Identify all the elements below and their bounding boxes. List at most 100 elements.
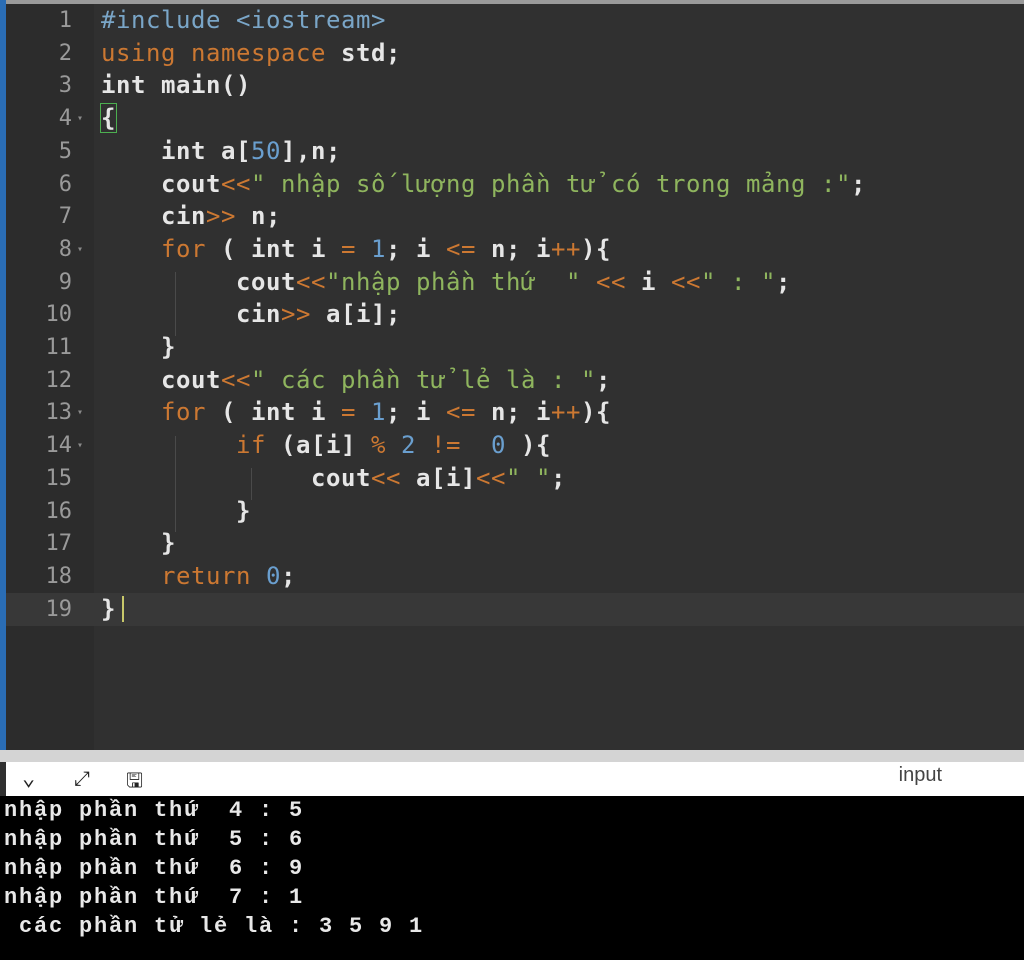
- code-line[interactable]: 4 ▾ {: [6, 102, 1024, 135]
- code-token-plain: ( int i: [206, 398, 341, 427]
- line-number: 9: [58, 269, 72, 295]
- code-token-plain: }: [101, 594, 116, 623]
- code-line[interactable]: 7 cin>> n;: [6, 200, 1024, 233]
- chevron-down-icon[interactable]: ⌄: [22, 766, 35, 791]
- code-line[interactable]: 5 int a[50],n;: [6, 135, 1024, 168]
- code-token-op: =: [341, 234, 356, 263]
- fold-arrow-icon[interactable]: ▾: [77, 102, 83, 135]
- code-line[interactable]: 14 ▾ if (a[i] % 2 != 0 ){: [6, 429, 1024, 462]
- code-token-plain: n; i: [476, 398, 551, 427]
- code-token-plain: ; i: [386, 398, 446, 427]
- code-line[interactable]: 13 ▾ for ( int i = 1; i <= n; i++){: [6, 396, 1024, 429]
- code-line[interactable]: 9 cout<<"nhập phần thứ " << i <<" : ";: [6, 266, 1024, 299]
- code-text: cout<< a[i]<<" ";: [101, 462, 566, 495]
- fold-arrow-icon[interactable]: ▾: [77, 396, 83, 429]
- code-token-plain: ){: [581, 398, 611, 427]
- clear-console-icon[interactable]: 🖫: [126, 766, 143, 800]
- code-text: }: [101, 593, 116, 626]
- console-line: các phần tử lẻ là : 3 5 9 1: [4, 914, 425, 939]
- fold-arrow-icon[interactable]: ▾: [77, 233, 83, 266]
- code-token-brace: {: [100, 103, 117, 134]
- code-line[interactable]: 10 cin>> a[i];: [6, 298, 1024, 331]
- code-token-plain: (a[i]: [266, 431, 371, 460]
- code-text: int a[50],n;: [101, 135, 341, 168]
- code-token-plain: ;: [595, 365, 611, 394]
- code-token-op: <<: [371, 463, 401, 492]
- code-token-plain: ( int i: [206, 234, 341, 263]
- code-token-plain: cout: [101, 365, 221, 394]
- code-line[interactable]: 19}: [6, 592, 1024, 626]
- line-number: 1: [58, 8, 72, 33]
- code-token-num: 1: [371, 398, 386, 427]
- code-token-op: <<: [221, 169, 251, 198]
- code-text: for ( int i = 1; i <= n; i++){: [101, 233, 611, 266]
- code-line[interactable]: 1 #include <iostream>: [6, 4, 1024, 37]
- code-token-plain: }: [101, 496, 251, 525]
- console-line: nhập phần thứ 5 : 6: [4, 827, 305, 852]
- code-line[interactable]: 2 using namespace std;: [6, 37, 1024, 70]
- line-number: 16: [45, 498, 73, 524]
- code-token-kw: namespace: [191, 38, 326, 67]
- code-token-plain: }: [101, 529, 176, 558]
- code-token-plain: ;: [551, 463, 566, 492]
- code-token-plain: int main(): [101, 71, 251, 100]
- line-number: 2: [58, 40, 72, 66]
- code-line[interactable]: 17 }: [6, 527, 1024, 560]
- code-token-plain: n;: [236, 202, 281, 231]
- fold-arrow-icon[interactable]: ▾: [77, 429, 83, 462]
- line-number: 18: [45, 563, 73, 589]
- code-token-op: <=: [446, 234, 476, 263]
- code-editor[interactable]: 1 #include <iostream> 2 using namespace std…: [6, 4, 1024, 750]
- code-text: #include <iostream>: [101, 4, 386, 37]
- code-token-plain: std;: [326, 38, 401, 67]
- code-token-inc: #include: [101, 6, 221, 34]
- console-output[interactable]: nhập phần thứ 4 : 5 nhập phần thứ 5 : 6 …: [0, 796, 1024, 960]
- code-token-kw: for: [161, 398, 206, 427]
- indent-guide: [251, 468, 252, 500]
- code-token-kw: using: [101, 38, 176, 67]
- input-label[interactable]: input: [899, 764, 942, 787]
- code-line[interactable]: 8 ▾ for ( int i = 1; i <= n; i++){: [6, 233, 1024, 266]
- code-token-plain: ){: [581, 234, 611, 263]
- code-line[interactable]: 16 }: [6, 495, 1024, 528]
- code-text: cout<<"nhập phần thứ " << i <<" : ";: [101, 266, 791, 299]
- code-text: for ( int i = 1; i <= n; i++){: [101, 396, 611, 429]
- code-token-op: >>: [281, 300, 311, 329]
- code-line[interactable]: 18 return 0;: [6, 560, 1024, 593]
- code-token-str: " ": [506, 463, 551, 492]
- code-text: cout<<" nhập số lượng phần tử có trong m…: [101, 168, 866, 201]
- code-token-plain: cin: [101, 202, 206, 231]
- line-number: 13: [45, 400, 73, 426]
- code-line[interactable]: 11 }: [6, 331, 1024, 364]
- line-number: 19: [45, 596, 73, 622]
- code-token-op: <<: [296, 267, 326, 296]
- panel-splitter[interactable]: [0, 750, 1024, 762]
- code-text: return 0;: [101, 560, 296, 593]
- code-token-op: <<: [596, 267, 626, 296]
- code-token-num: 0: [491, 431, 506, 460]
- code-line[interactable]: 15 cout<< a[i]<<" ";: [6, 462, 1024, 495]
- line-number: 5: [58, 138, 72, 164]
- code-line[interactable]: 6 cout<<" nhập số lượng phần tử có trong…: [6, 168, 1024, 201]
- code-token-num: 50: [251, 136, 281, 165]
- line-number: 10: [45, 302, 73, 328]
- code-token-op: <<: [671, 267, 701, 296]
- code-text: cin>> n;: [101, 200, 281, 233]
- code-token-op: %: [371, 431, 386, 460]
- indent-guide: [175, 272, 176, 336]
- code-line[interactable]: 3 int main(): [6, 69, 1024, 102]
- code-text: }: [101, 495, 251, 528]
- line-number: 15: [45, 465, 73, 491]
- code-token-plain: ;: [776, 267, 791, 296]
- code-text: {: [100, 102, 117, 135]
- expand-icon[interactable]: ⤢: [74, 766, 90, 790]
- code-line[interactable]: 12 cout<<" các phần tử lẻ là : ";: [6, 364, 1024, 397]
